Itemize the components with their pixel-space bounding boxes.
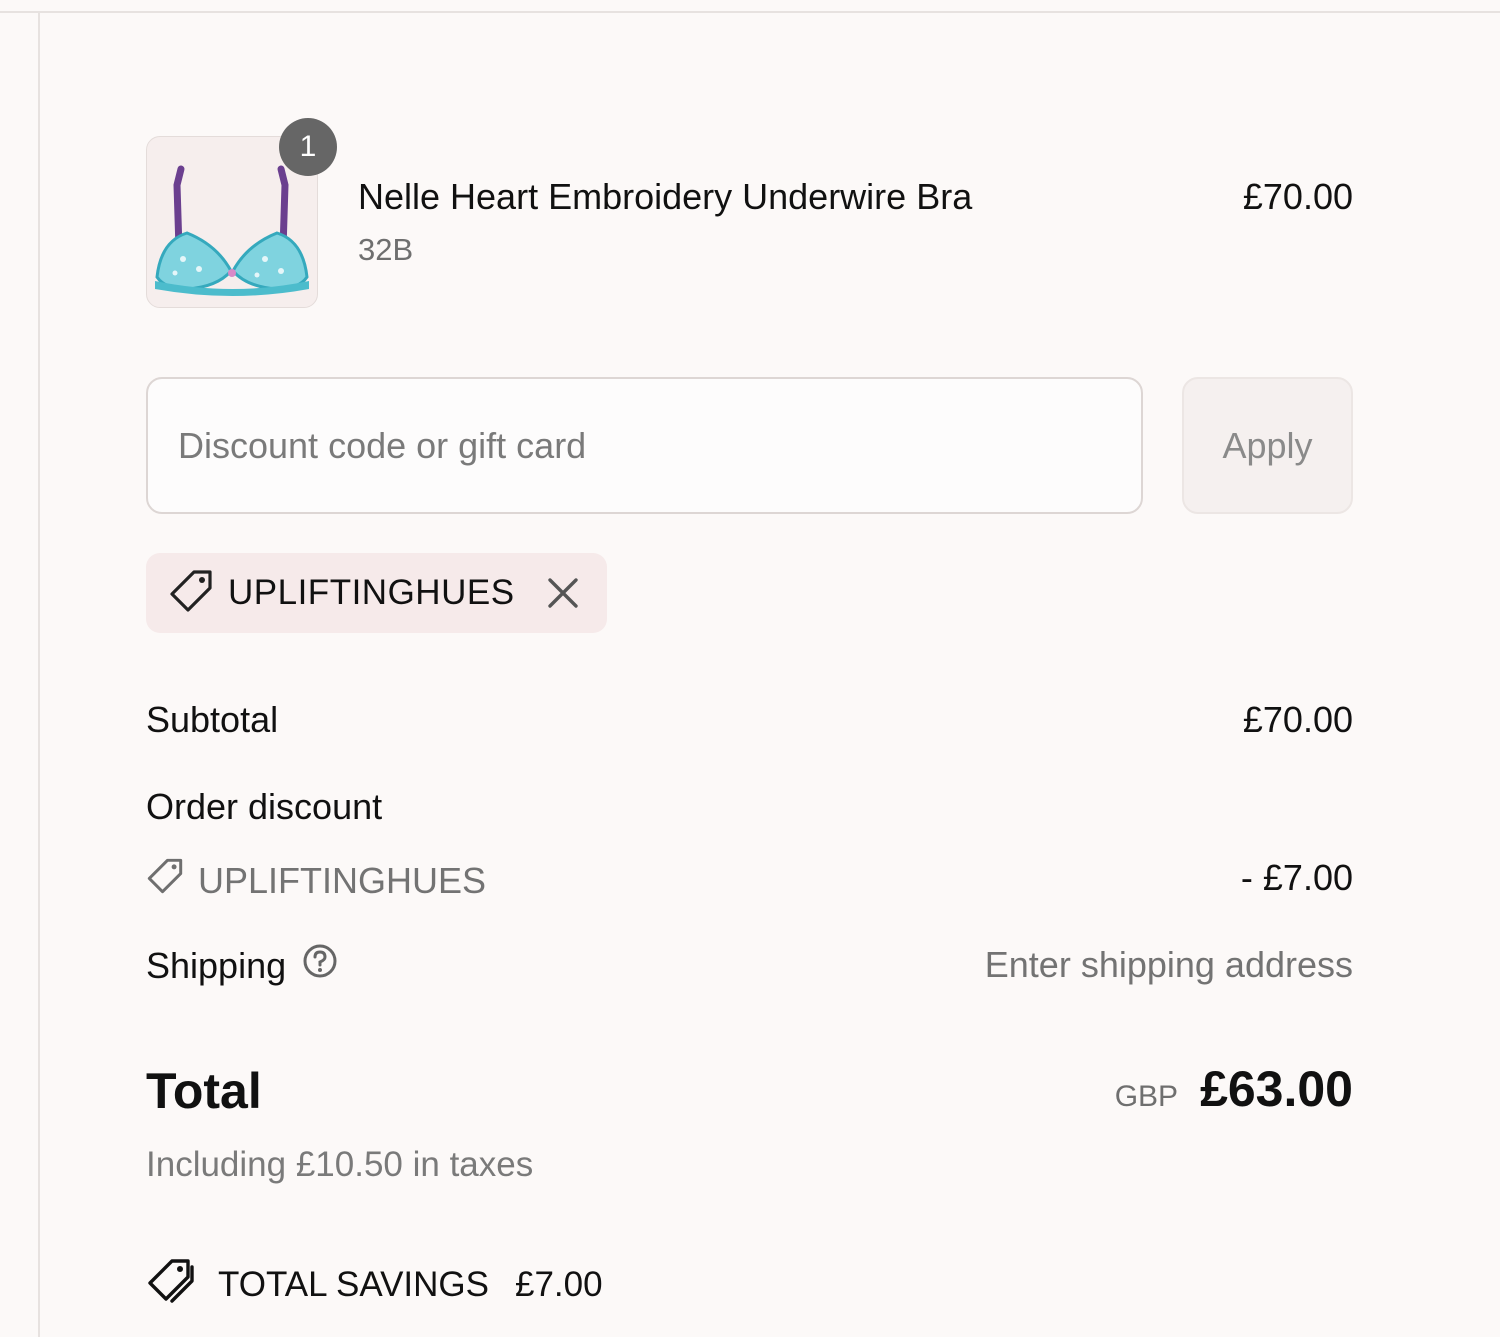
applied-discount-pill: UPLIFTINGHUES: [146, 553, 607, 633]
order-discount-code: UPLIFTINGHUES: [146, 857, 486, 904]
savings-value: £7.00: [515, 1264, 603, 1304]
discount-code-text: UPLIFTINGHUES: [198, 859, 487, 901]
shipping-label: Shipping: [146, 944, 287, 986]
quantity-badge: 1: [279, 118, 337, 176]
savings-label: TOTAL SAVINGS: [218, 1264, 489, 1304]
tag-icon: [146, 857, 184, 904]
shipping-value: Enter shipping address: [984, 944, 1353, 985]
shipping-row-label: Shipping: [146, 943, 338, 988]
top-divider: [0, 11, 1500, 13]
subtotal-label: Subtotal: [146, 699, 279, 740]
apply-discount-button[interactable]: Apply: [1182, 377, 1353, 514]
column-divider: [38, 12, 40, 1337]
order-discount-label: Order discount: [146, 786, 383, 827]
discount-value: - £7.00: [1240, 857, 1353, 898]
total-value-group: GBP £63.00: [1115, 1060, 1353, 1118]
applied-code-label: UPLIFTINGHUES: [228, 573, 515, 612]
discount-code-input[interactable]: [146, 377, 1143, 514]
close-icon: [547, 578, 578, 608]
tax-note: Including £10.50 in taxes: [146, 1145, 534, 1184]
subtotal-value: £70.00: [1242, 699, 1353, 740]
order-summary-page: 1 Nelle Heart Embroidery Underwire Bra 3…: [0, 0, 1500, 1337]
tag-icon: [168, 568, 214, 619]
help-icon[interactable]: [302, 943, 338, 988]
product-variant: 32B: [358, 232, 414, 267]
product-price: £70.00: [1242, 176, 1353, 217]
currency-code: GBP: [1114, 1080, 1179, 1113]
total-savings: TOTAL SAVINGS £7.00: [146, 1257, 603, 1312]
total-label: Total: [146, 1063, 262, 1119]
savings-tag-icon: [146, 1257, 196, 1312]
product-title: Nelle Heart Embroidery Underwire Bra: [358, 176, 973, 217]
line-item: 1 Nelle Heart Embroidery Underwire Bra 3…: [146, 118, 1353, 311]
remove-discount-button[interactable]: [543, 573, 583, 613]
total-amount: £63.00: [1200, 1061, 1353, 1117]
